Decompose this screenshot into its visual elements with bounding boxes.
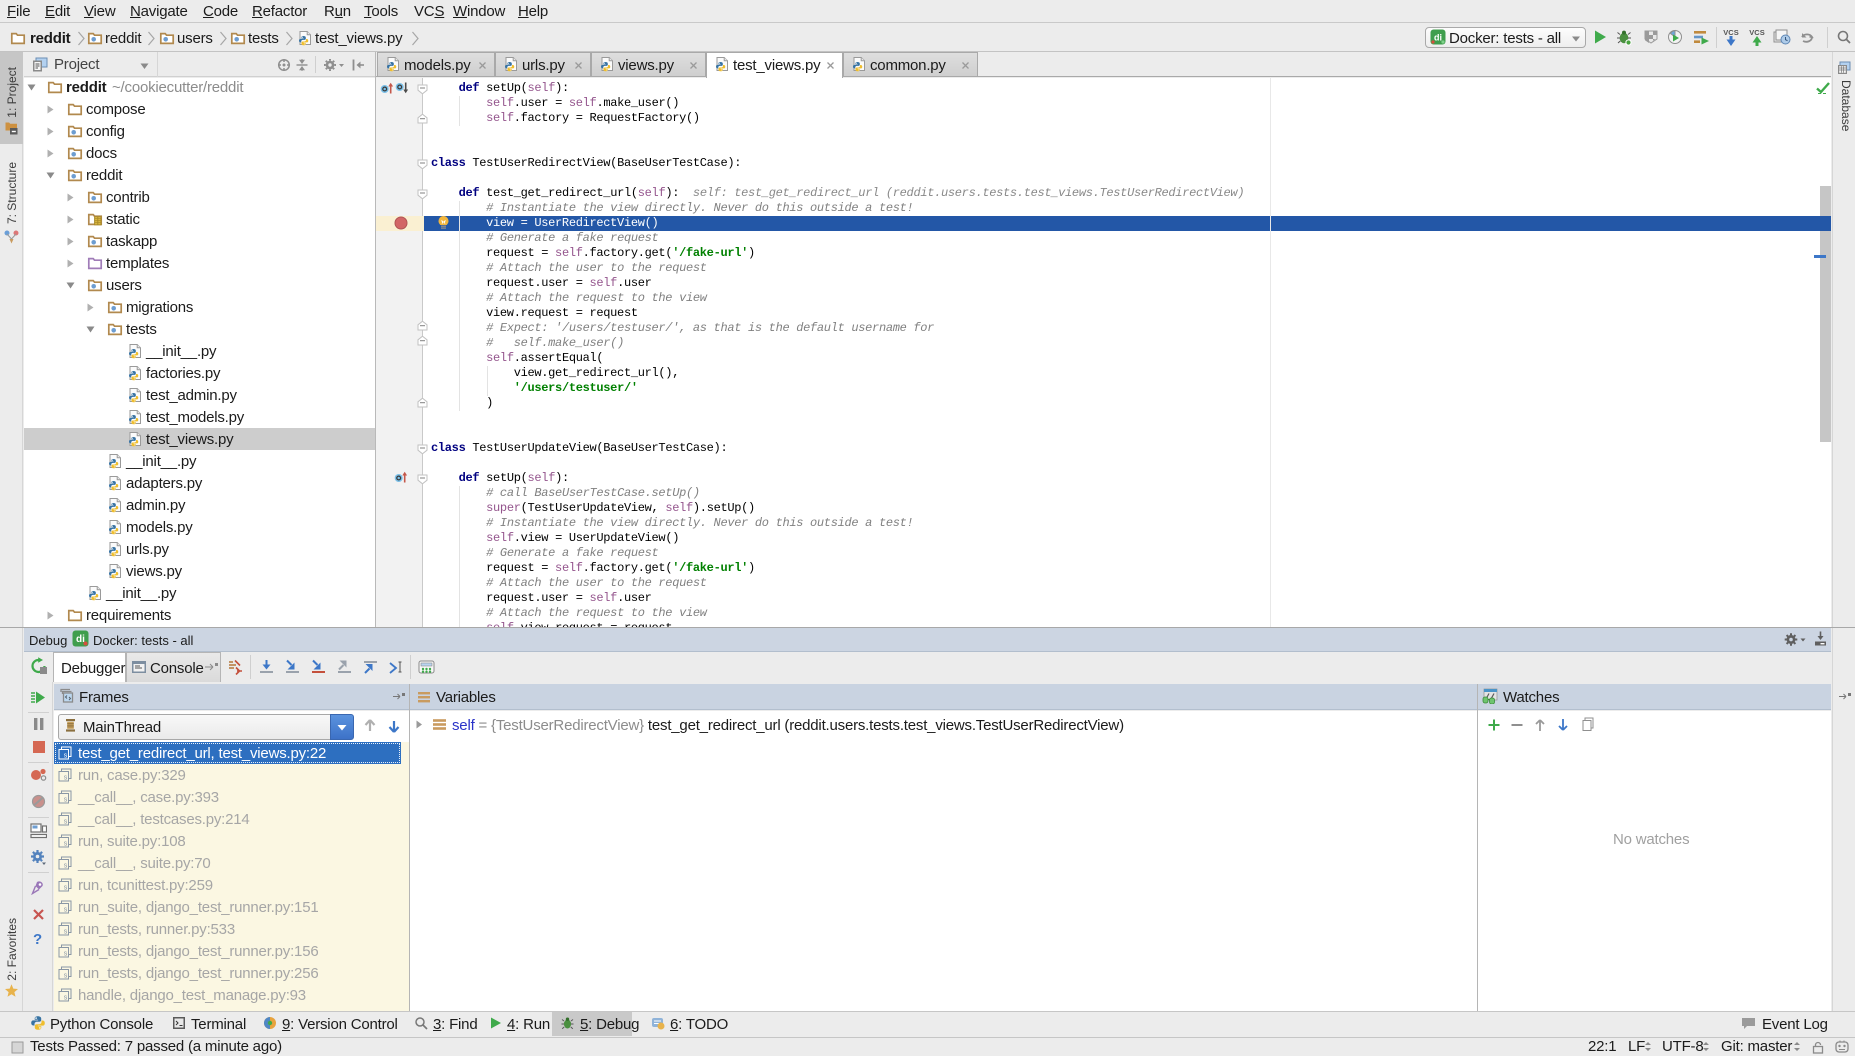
svg-text:s: s [64, 973, 68, 980]
svg-text:VCS: VCS [1749, 28, 1764, 37]
svg-text:s: s [64, 907, 68, 914]
svg-text:s: s [64, 775, 68, 782]
svg-text:s: s [64, 841, 68, 848]
svg-text:s: s [64, 863, 68, 870]
svg-text:VCS: VCS [1723, 28, 1738, 37]
svg-text:s: s [64, 995, 68, 1002]
svg-text:s: s [64, 797, 68, 804]
svg-text:s: s [64, 885, 68, 892]
svg-text:s: s [64, 753, 68, 760]
svg-text:s: s [64, 819, 68, 826]
svg-text:s: s [64, 951, 68, 958]
svg-text:s: s [64, 929, 68, 936]
svg-text:di: di [1434, 33, 1442, 43]
